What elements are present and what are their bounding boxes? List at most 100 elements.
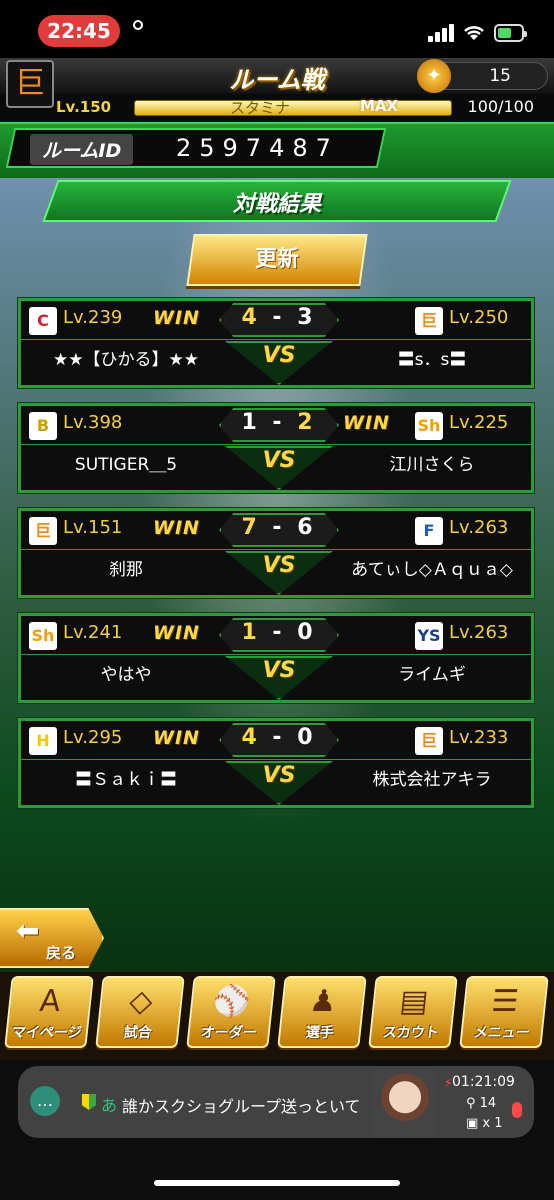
team-logo-icon[interactable]: 巨 [6, 60, 54, 108]
right-level: Lv.233 [449, 727, 509, 748]
vs-label: VS [262, 763, 296, 788]
player-level: Lv.150 [56, 98, 112, 116]
menu-item-label: メニュー [472, 1025, 531, 1041]
viewer-count-value: 14 [479, 1096, 497, 1111]
flame-coin-icon: ✦ [417, 59, 451, 93]
menu-item[interactable]: ⚾ オーダー [186, 976, 276, 1048]
gift-icon: ▣ [466, 1116, 483, 1131]
status-time: 22:45 [38, 15, 120, 47]
cellular-signal-icon [428, 24, 456, 42]
right-player-name: あてぃし◇Ａｑｕａ◇ [351, 560, 513, 580]
win-label: WIN [153, 622, 200, 644]
location-icon [133, 20, 143, 30]
match-card[interactable]: 巨 Lv.151 WIN 7 - 6 F Lv.263 VS 刹那 あてぃし◇Ａｑｕａ◇ [18, 508, 534, 598]
score-left: 7 [241, 515, 261, 540]
vs-label: VS [262, 448, 296, 473]
score-right: 6 [297, 515, 317, 540]
left-team-logo-icon: Sh [29, 622, 57, 650]
left-level: Lv.239 [63, 307, 123, 328]
match-card[interactable]: H Lv.295 WIN 4 - 0 巨 Lv.233 VS 〓Ｓａｋｉ〓 株式会社アキラ [18, 718, 534, 808]
person-icon: ⚲ [466, 1096, 480, 1111]
menu-item-icon: ⚾ [211, 984, 253, 1019]
score: 4 - 3 [241, 305, 317, 330]
card-divider [21, 759, 531, 760]
right-team-logo-icon: Sh [415, 412, 443, 440]
stamina-label: スタミナ [230, 99, 291, 117]
left-level: Lv.151 [63, 517, 123, 538]
menu-item[interactable]: ☰ メニュー [459, 976, 549, 1048]
left-level: Lv.241 [63, 622, 123, 643]
score-left: 4 [241, 725, 261, 750]
live-bolt-icon: ⚡ [444, 1076, 453, 1090]
right-team-logo-icon: F [415, 517, 443, 545]
right-team-logo-icon: 巨 [415, 727, 443, 755]
stamina-value: 100/100 [467, 97, 534, 116]
menu-item[interactable]: ♟ 選手 [277, 976, 367, 1048]
notification-text: 誰かスクショグループ送っといて [122, 1097, 361, 1116]
card-divider [21, 654, 531, 655]
coin-counter[interactable]: ✦ 15 [417, 59, 548, 93]
level-bar: Lv.150 スタミナ MAX 100/100 [0, 94, 554, 122]
right-player-name: 株式会社アキラ [372, 770, 492, 790]
menu-item-icon: ♟ [307, 984, 339, 1019]
score: 1 - 2 [241, 410, 317, 435]
vs-label: VS [262, 658, 296, 683]
match-card[interactable]: B Lv.398 1 - 2 WIN Sh Lv.225 VS SUTIGER＿5 江川さくら [18, 403, 534, 493]
right-level: Lv.225 [449, 412, 509, 433]
streamer-avatar[interactable] [372, 1070, 438, 1138]
menu-item-label: オーダー [199, 1025, 258, 1041]
left-team-logo-icon: C [29, 307, 57, 335]
stamina-bar [134, 100, 452, 116]
left-player-name: ★★【ひかる】★★ [53, 350, 199, 370]
menu-item-icon: ▤ [398, 984, 431, 1019]
microphone-icon[interactable] [512, 1102, 522, 1118]
menu-item-icon: ◇ [127, 984, 155, 1019]
left-player-name: SUTIGER＿5 [74, 455, 178, 475]
right-player-name: 〓s．s〓 [397, 350, 467, 370]
vs-label: VS [262, 553, 296, 578]
card-divider [21, 339, 531, 340]
menu-item[interactable]: ▤ スカウト [368, 976, 458, 1048]
left-player-name: やはや [100, 665, 152, 685]
score-left: 1 [241, 410, 261, 435]
card-divider [21, 444, 531, 445]
right-player-name: ライムギ [398, 665, 466, 685]
menu-item[interactable]: A マイページ [4, 976, 94, 1048]
score-right: 0 [297, 620, 317, 645]
right-level: Lv.250 [449, 307, 509, 328]
match-card[interactable]: Sh Lv.241 WIN 1 - 0 YS Lv.263 VS やはや ライムギ [18, 613, 534, 703]
viewer-count: ⚲ 14 [466, 1096, 496, 1111]
vs-label: VS [262, 343, 296, 368]
score: 1 - 0 [241, 620, 317, 645]
chat-bubble-icon: … [30, 1086, 60, 1116]
status-bar: 22:45 [0, 0, 554, 58]
score-right: 2 [297, 410, 317, 435]
back-label: 戻る [46, 944, 77, 962]
wifi-icon [464, 26, 484, 40]
win-label: WIN [153, 727, 200, 749]
right-level: Lv.263 [449, 517, 509, 538]
menu-item-label: スカウト [381, 1025, 440, 1041]
gift-count: ▣ x 1 [466, 1116, 503, 1131]
battery-icon [494, 24, 527, 42]
score-right: 0 [297, 725, 317, 750]
refresh-button[interactable]: 更新 [186, 234, 368, 286]
left-team-logo-icon: H [29, 727, 57, 755]
app-header: 巨 ルーム戦 ✦ 15 [0, 58, 554, 108]
room-id-value: 2597487 [176, 134, 339, 162]
right-player-name: 江川さくら [389, 455, 475, 475]
right-team-logo-icon: YS [415, 622, 443, 650]
menu-item-icon: A [37, 984, 63, 1019]
score-right: 3 [297, 305, 317, 330]
menu-item-label: マイページ [11, 1025, 83, 1041]
left-level: Lv.398 [63, 412, 123, 433]
coin-count: 15 [489, 66, 511, 86]
menu-item[interactable]: ◇ 試合 [95, 976, 185, 1048]
match-card[interactable]: C Lv.239 WIN 4 - 3 巨 Lv.250 VS ★★【ひかる】★★ 〓s．s〓 [18, 298, 534, 388]
stamina-max: MAX [360, 97, 399, 115]
win-label: WIN [343, 412, 390, 434]
card-divider [21, 549, 531, 550]
home-indicator[interactable] [154, 1180, 400, 1186]
refresh-label: 更新 [254, 247, 299, 272]
right-team-logo-icon: 巨 [415, 307, 443, 335]
